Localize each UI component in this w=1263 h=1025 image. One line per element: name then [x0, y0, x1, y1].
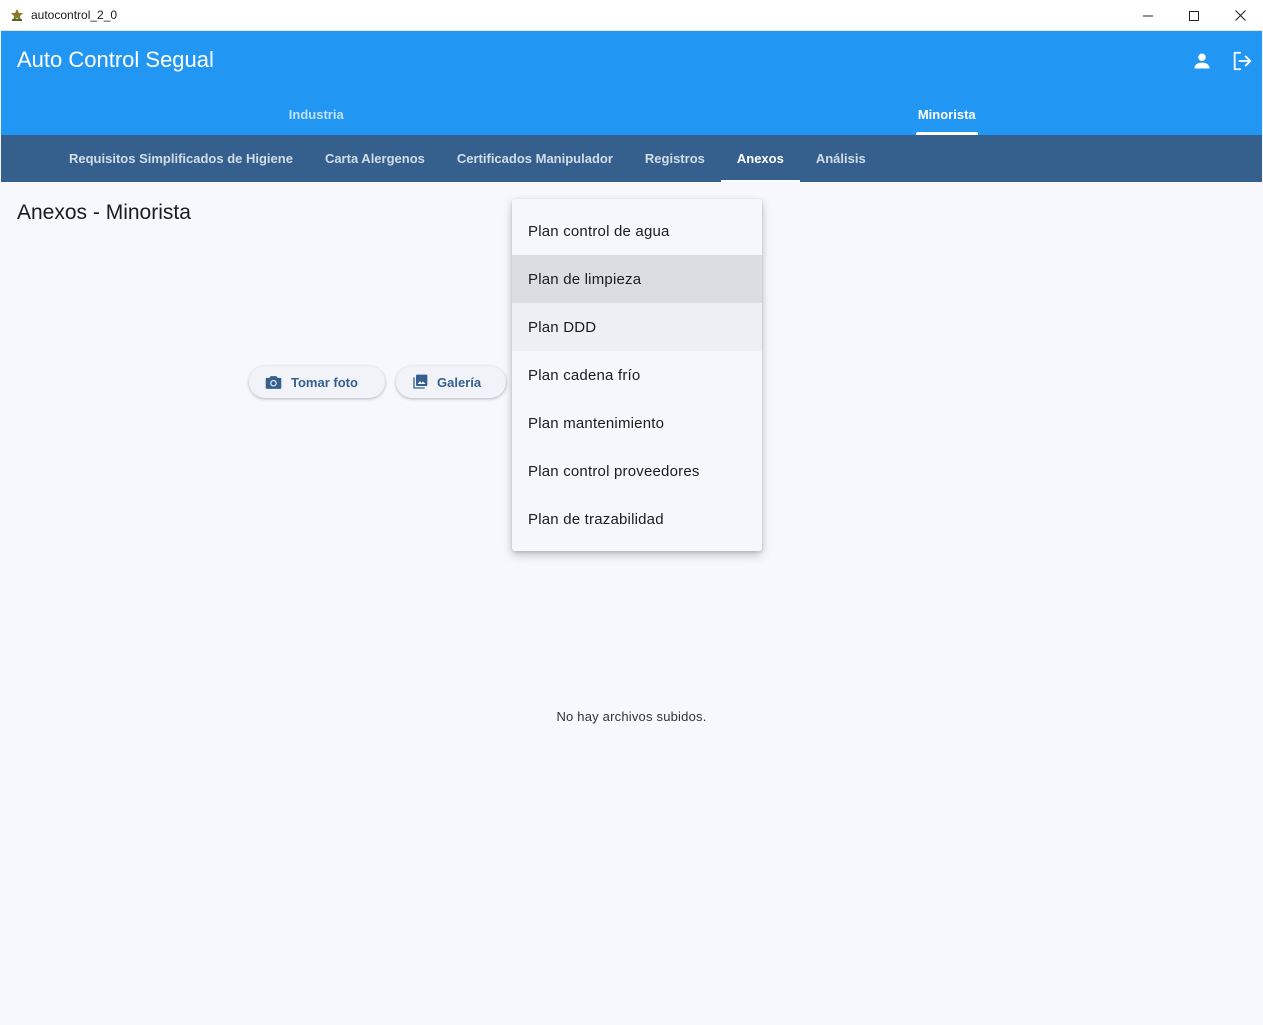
window-title: autocontrol_2_0 [31, 8, 118, 22]
maximize-button[interactable] [1171, 0, 1217, 31]
person-icon [1194, 53, 1210, 69]
close-icon [1234, 10, 1246, 21]
menu-item-plan-cadena-frio[interactable]: Plan cadena frío [512, 351, 762, 399]
menu-item-plan-trazabilidad[interactable]: Plan de trazabilidad [512, 495, 762, 543]
gallery-label: Galería [437, 374, 482, 390]
menu-item-plan-limpieza[interactable]: Plan de limpieza [512, 255, 762, 303]
logout-icon [1233, 51, 1252, 71]
tab-industria[interactable]: Industria [1, 93, 632, 135]
gallery-button[interactable]: Galería [396, 366, 506, 398]
app-window-icon [9, 7, 25, 23]
subtab-registros[interactable]: Registros [629, 135, 721, 182]
minimize-icon [1143, 15, 1153, 16]
tab-minorista[interactable]: Minorista [632, 93, 1263, 135]
subtab-carta-alergenos[interactable]: Carta Alergenos [309, 135, 441, 182]
subtab-requisitos[interactable]: Requisitos Simplificados de Higiene [53, 135, 309, 182]
main-tabs: Industria Minorista [1, 93, 1262, 135]
annex-type-dropdown-menu: Plan control de agua Plan de limpieza Pl… [512, 199, 762, 551]
menu-item-plan-mantenimiento[interactable]: Plan mantenimiento [512, 399, 762, 447]
app-bar: Auto Control Segual Industria Minorista [1, 31, 1262, 135]
photo-library-icon [413, 374, 428, 389]
maximize-icon [1189, 10, 1199, 21]
menu-item-plan-control-proveedores[interactable]: Plan control proveedores [512, 447, 762, 495]
sub-tabs: Requisitos Simplificados de Higiene Cart… [1, 135, 1262, 182]
take-photo-button[interactable]: Tomar foto [249, 366, 385, 398]
subtab-analisis[interactable]: Análisis [800, 135, 882, 182]
app-title: Auto Control Segual [17, 47, 214, 72]
page-title: Anexos - Minorista [17, 201, 191, 224]
subtab-certificados[interactable]: Certificados Manipulador [441, 135, 629, 182]
subtab-anexos[interactable]: Anexos [720, 135, 800, 182]
empty-files-message: No hay archivos subidos. [556, 709, 707, 724]
window-titlebar: autocontrol_2_0 [0, 0, 1263, 31]
menu-item-plan-ddd[interactable]: Plan DDD [512, 303, 762, 351]
menu-item-plan-control-agua[interactable]: Plan control de agua [512, 207, 762, 255]
logout-button[interactable] [1228, 47, 1256, 75]
close-window-button[interactable] [1217, 0, 1263, 31]
minimize-button[interactable] [1125, 0, 1171, 31]
take-photo-label: Tomar foto [291, 374, 358, 390]
profile-button[interactable] [1188, 47, 1216, 75]
camera-icon [265, 375, 282, 389]
